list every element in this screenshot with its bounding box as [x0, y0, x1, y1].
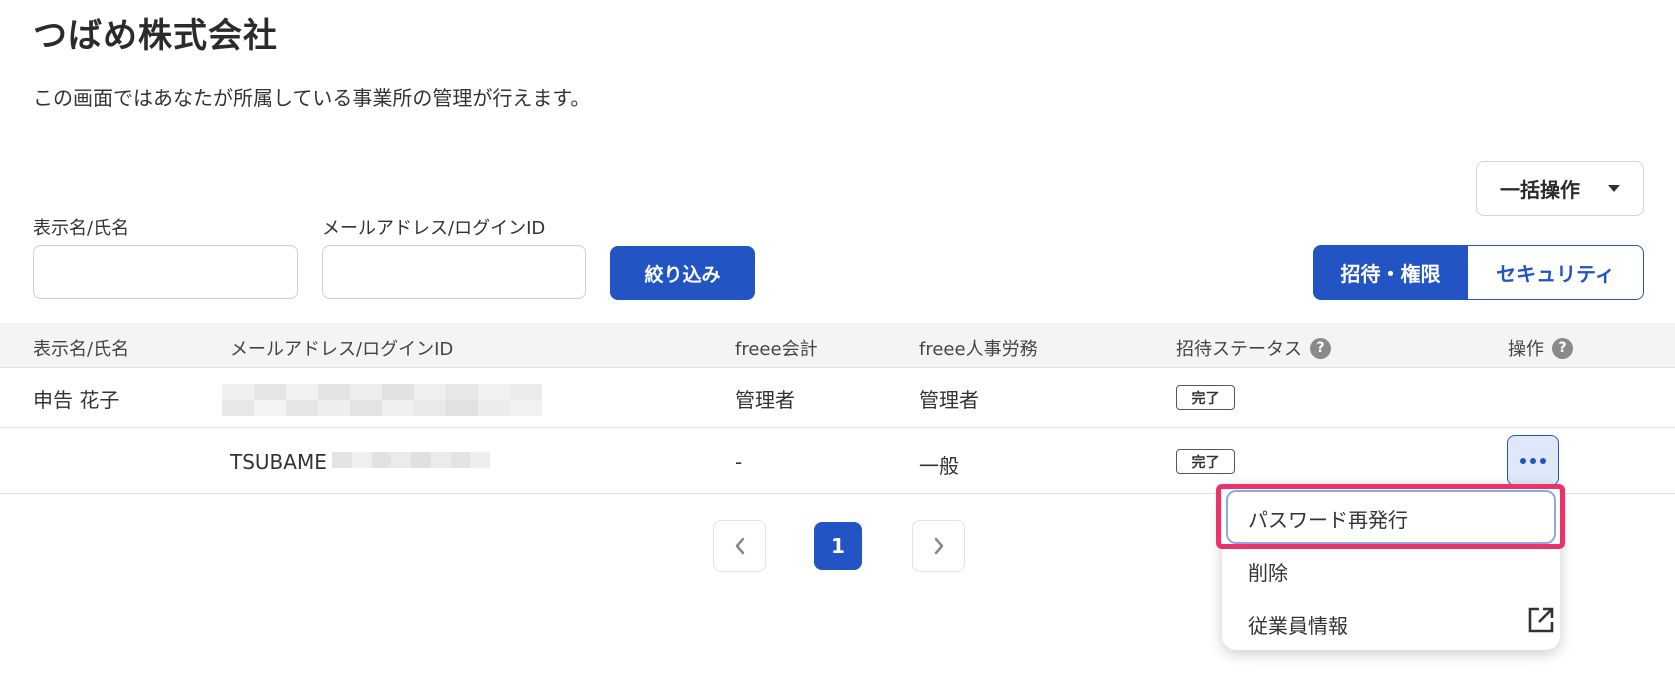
question-circle-icon[interactable]: ?	[1552, 337, 1573, 359]
name-filter-input[interactable]	[33, 245, 298, 299]
question-circle-icon[interactable]: ?	[1310, 337, 1331, 359]
pagination-prev-button[interactable]	[713, 520, 766, 572]
bulk-action-label: 一括操作	[1500, 178, 1580, 202]
row-accounting-role: 管理者	[735, 388, 795, 412]
chevron-down-icon	[1608, 185, 1620, 192]
highlight-box	[1216, 484, 1565, 549]
page-title: つばめ株式会社	[33, 16, 278, 56]
email-filter-input[interactable]	[322, 245, 586, 299]
more-horizontal-icon	[1520, 457, 1546, 464]
header-actions: 操作 ?	[1508, 335, 1573, 361]
row-hr-role: 一般	[919, 454, 959, 478]
menu-item-delete[interactable]: 削除	[1248, 557, 1288, 586]
redacted-email	[332, 452, 490, 468]
email-filter-label: メールアドレス/ログインID	[322, 218, 546, 239]
pagination-next-button[interactable]	[912, 520, 965, 572]
header-name: 表示名/氏名	[33, 339, 130, 360]
header-accounting: freee会計	[735, 339, 818, 360]
menu-item-employee-info[interactable]: 従業員情報	[1248, 610, 1348, 639]
tab-invitations-permissions[interactable]: 招待・権限	[1313, 245, 1468, 300]
chevron-left-icon	[735, 537, 744, 555]
chevron-right-icon	[934, 537, 943, 555]
row-hr-role: 管理者	[919, 388, 979, 412]
table-row: 申告 花子 管理者 管理者 完了	[0, 368, 1675, 428]
bulk-action-button[interactable]: 一括操作	[1476, 161, 1644, 216]
pagination-current-page[interactable]: 1	[814, 522, 862, 570]
filter-button[interactable]: 絞り込み	[610, 246, 755, 300]
row-email: TSUBAME	[230, 450, 327, 474]
status-badge: 完了	[1176, 449, 1235, 474]
tab-security[interactable]: セキュリティ	[1467, 245, 1644, 300]
header-email: メールアドレス/ログインID	[230, 339, 454, 360]
header-hr: freee人事労務	[919, 339, 1038, 360]
row-actions-button[interactable]	[1507, 435, 1559, 486]
row-accounting-role: -	[735, 450, 743, 474]
header-invite-status: 招待ステータス ?	[1176, 335, 1331, 361]
status-badge: 完了	[1176, 385, 1235, 410]
table-header: 表示名/氏名 メールアドレス/ログインID freee会計 freee人事労務 …	[0, 323, 1675, 368]
redacted-email	[222, 384, 542, 416]
page-description: この画面ではあなたが所属している事業所の管理が行えます。	[33, 86, 591, 110]
row-name: 申告 花子	[33, 388, 120, 412]
external-link-icon	[1528, 607, 1554, 633]
name-filter-label: 表示名/氏名	[33, 218, 130, 239]
